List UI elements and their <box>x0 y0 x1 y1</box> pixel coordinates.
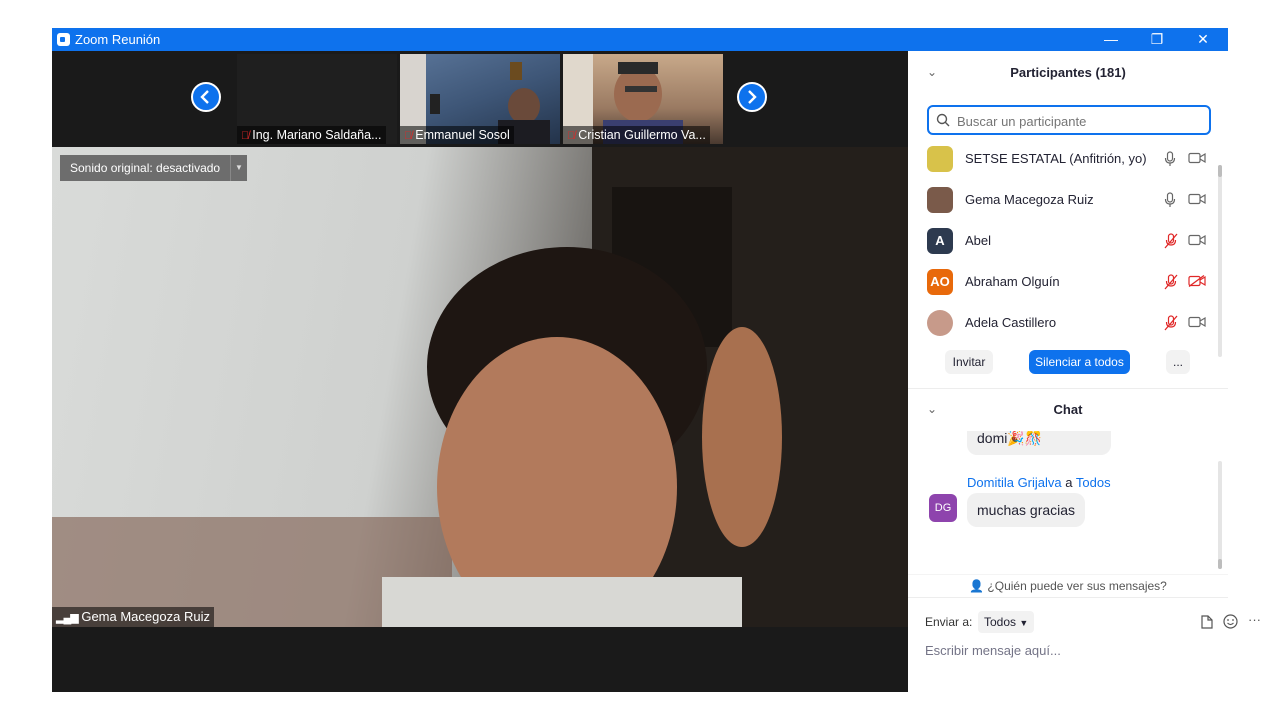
divider <box>908 388 1228 389</box>
thumbnail-name: Cristian Guillermo Va... <box>578 128 706 142</box>
chat-connector: a <box>1065 475 1073 490</box>
avatar <box>927 146 953 172</box>
file-icon[interactable] <box>1201 615 1213 629</box>
mic-muted-icon[interactable] <box>1164 233 1178 249</box>
divider <box>908 597 1228 598</box>
mic-muted-icon: 🎙̸ <box>567 130 576 142</box>
send-to-value: Todos <box>984 615 1017 629</box>
send-to-label: Enviar a: <box>925 615 973 629</box>
participant-row[interactable]: Gema Macegoza Ruiz <box>908 180 1218 221</box>
chat-message-bubble: muchas gracias <box>967 493 1086 527</box>
mic-muted-icon[interactable] <box>1164 315 1178 331</box>
participant-name: Abraham Olguín <box>965 274 1060 289</box>
participant-thumbnail[interactable]: 🎙̸ Emmanuel Sosol <box>400 54 560 144</box>
who-can-see-link[interactable]: 👤 ¿Quién puede ver sus mensajes? <box>908 579 1228 593</box>
participant-row[interactable]: A Abel <box>908 221 1218 262</box>
chat-input[interactable]: Escribir mensaje aquí... <box>925 643 1061 658</box>
participant-name: Gema Macegoza Ruiz <box>965 192 1094 207</box>
who-can-see-text: ¿Quién puede ver sus mensajes? <box>987 579 1167 593</box>
chat-sender-name[interactable]: Domitila Grijalva <box>967 475 1062 490</box>
thumbnail-name: Ing. Mariano Saldaña... <box>252 128 382 142</box>
participants-title: Participantes (181) <box>1010 65 1126 80</box>
chat-messages: domi🎉🎊 Domitila Grijalva a Todos DG much… <box>908 431 1218 571</box>
prev-page-button[interactable] <box>191 82 221 112</box>
thumbnail-strip: 🎙̸ Ing. Mariano Saldaña... 🎙̸ Emmanuel Sos… <box>52 51 908 147</box>
participant-row[interactable]: AO Abraham Olguín <box>908 262 1218 303</box>
send-to-dropdown[interactable]: Todos ▼ <box>978 611 1035 633</box>
close-button[interactable]: ✕ <box>1180 28 1226 51</box>
chat-scrollbar[interactable] <box>1218 461 1222 569</box>
participant-row[interactable]: SETSE ESTATAL (Anfitrión, yo) <box>908 139 1218 180</box>
mic-muted-icon: 🎙̸ <box>404 130 413 142</box>
thumbnail-name-tag: 🎙̸ Ing. Mariano Saldaña... <box>237 126 386 144</box>
participant-search[interactable] <box>927 105 1211 135</box>
video-camera-icon[interactable] <box>1188 193 1206 205</box>
video-camera-icon[interactable] <box>1188 234 1206 246</box>
zoom-logo-icon <box>57 33 70 46</box>
chat-more-button[interactable]: ··· <box>1248 612 1261 627</box>
restore-button[interactable]: ❐ <box>1134 28 1180 51</box>
participant-list: SETSE ESTATAL (Anfitrión, yo) Gema Maceg… <box>908 139 1228 339</box>
search-input[interactable] <box>955 111 1199 131</box>
mute-all-button[interactable]: Silenciar a todos <box>1029 350 1130 374</box>
video-camera-muted-icon[interactable] <box>1188 275 1206 287</box>
video-camera-icon[interactable] <box>1188 316 1206 328</box>
chat-sender-line: Domitila Grijalva a Todos <box>967 475 1111 490</box>
participant-scrollbar-thumb[interactable] <box>1218 165 1222 177</box>
thumbnail-name-tag: 🎙̸ Cristian Guillermo Va... <box>563 126 710 144</box>
window-title: Zoom Reunión <box>75 32 161 47</box>
video-camera-icon[interactable] <box>1188 152 1206 164</box>
participants-more-button[interactable]: ... <box>1166 350 1190 374</box>
mic-icon[interactable] <box>1164 151 1176 167</box>
thumbnail-name: Emmanuel Sosol <box>415 128 510 142</box>
mic-muted-icon: 🎙̸ <box>241 130 250 142</box>
sidebar: ⌄ Participantes (181) SETSE ESTATAL (Anf… <box>908 51 1261 692</box>
participant-scrollbar[interactable] <box>1218 165 1222 357</box>
chevron-down-icon: ▼ <box>1019 618 1029 628</box>
speaker-name-tag: ▂▄▆ Gema Macegoza Ruiz <box>52 607 214 627</box>
chat-title: Chat <box>1053 402 1083 417</box>
chevron-left-icon <box>200 90 209 104</box>
invite-button[interactable]: Invitar <box>945 350 993 374</box>
active-speaker-video: Sonido original: desactivado ▼ ▂▄▆ Gema … <box>52 147 908 627</box>
participant-thumbnail[interactable]: 🎙̸ Cristian Guillermo Va... <box>563 54 723 144</box>
mic-muted-icon[interactable] <box>1164 274 1178 290</box>
chat-recipient: Todos <box>1075 475 1111 490</box>
avatar: AO <box>927 269 953 295</box>
original-sound-button[interactable]: Sonido original: desactivado <box>60 155 231 181</box>
chevron-right-icon <box>748 90 757 104</box>
video-area: 🎙̸ Ing. Mariano Saldaña... 🎙̸ Emmanuel Sos… <box>52 51 908 692</box>
collapse-participants-button[interactable]: ⌄ <box>927 65 937 79</box>
avatar: A <box>927 228 953 254</box>
participant-name: SETSE ESTATAL (Anfitrión, yo) <box>965 151 1147 166</box>
minimize-button[interactable]: — <box>1088 28 1134 51</box>
thumbnail-name-tag: 🎙̸ Emmanuel Sosol <box>400 126 514 144</box>
participant-name: Adela Castillero <box>965 315 1057 330</box>
participant-thumbnail[interactable]: 🎙̸ Ing. Mariano Saldaña... <box>237 54 397 144</box>
title-bar: Zoom Reunión — ❐ ✕ <box>52 28 1228 51</box>
collapse-chat-button[interactable]: ⌄ <box>927 402 937 416</box>
participant-name: Abel <box>965 233 992 248</box>
participants-header: ⌄ Participantes (181) <box>908 65 1228 105</box>
avatar <box>927 310 953 336</box>
original-sound-dropdown[interactable]: ▼ <box>230 155 247 181</box>
search-icon <box>936 113 950 127</box>
speaker-video-image <box>52 147 908 627</box>
chat-message-text: domi🎉🎊 <box>977 431 1043 446</box>
chat-message-bubble: domi🎉🎊 <box>967 431 1111 455</box>
avatar: DG <box>929 494 957 522</box>
next-page-button[interactable] <box>737 82 767 112</box>
chat-scrollbar-thumb[interactable] <box>1218 559 1222 569</box>
chat-message-text: muchas gracias <box>977 502 1076 518</box>
emoji-icon[interactable] <box>1223 614 1238 629</box>
speaker-name: Gema Macegoza Ruiz <box>81 609 210 624</box>
zoom-window: Zoom Reunión — ❐ ✕ 🎙̸ Ing. Mariano Saldañ… <box>52 28 1261 692</box>
divider <box>908 574 1228 575</box>
participant-row[interactable]: Adela Castillero <box>908 303 1218 339</box>
avatar <box>927 187 953 213</box>
mic-icon[interactable] <box>1164 192 1176 208</box>
signal-bars-icon: ▂▄▆ <box>56 612 79 624</box>
privacy-icon: 👤 <box>969 579 985 593</box>
